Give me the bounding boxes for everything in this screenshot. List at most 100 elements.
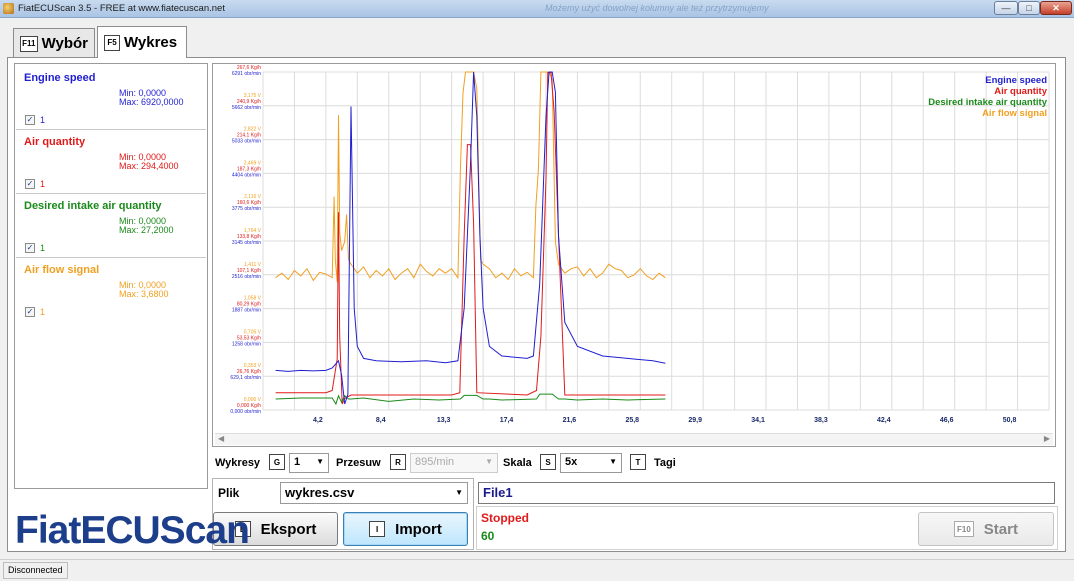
tab-key-f5: F5 — [104, 34, 120, 51]
x-tick-label: 34,1 — [751, 417, 765, 424]
tagi-label: Tagi — [654, 457, 676, 469]
scroll-right-icon[interactable]: ▶ — [1044, 434, 1050, 443]
import-label: Import — [395, 520, 442, 538]
x-tick-label: 17,4 — [500, 417, 514, 424]
y-tick-label: 4404 obr/min — [232, 172, 261, 178]
series-line — [275, 71, 666, 283]
import-key: I — [369, 521, 386, 537]
przesuw-label: Przesuw — [336, 457, 381, 469]
x-tick-label: 13,3 — [437, 417, 451, 424]
skala-key: S — [540, 454, 556, 470]
series-max: Max: 27,2000 — [119, 225, 174, 235]
app-icon — [3, 3, 14, 14]
y-tick-label: 3775 obr/min — [232, 206, 261, 212]
x-tick-label: 4,2 — [313, 417, 323, 424]
x-tick-label: 42,4 — [877, 417, 891, 424]
minimize-button[interactable]: — — [994, 1, 1018, 15]
fiatecuscan-logo: FiatECUScan — [15, 509, 250, 552]
window-title: FiatECUScan 3.5 - FREE at www.fiatecusca… — [18, 3, 225, 14]
y-tick-label: 6291 obr/min — [232, 71, 261, 77]
connection-status: Disconnected — [3, 562, 68, 579]
plik-select[interactable]: wykres.csv ▼ — [280, 482, 468, 504]
series-checkbox-label: 1 — [40, 115, 46, 125]
sample-count: 60 — [481, 529, 495, 543]
wykresy-label: Wykresy — [215, 457, 261, 469]
start-button[interactable]: F10 Start — [918, 512, 1054, 546]
series-checkbox[interactable]: ✓ — [25, 179, 35, 189]
y-tick-label: 1887 obr/min — [232, 308, 261, 314]
x-tick-label: 21,6 — [563, 417, 577, 424]
chart-scrollbar[interactable]: ◀ ▶ — [215, 433, 1053, 445]
series-box-engine-speed: Engine speed Min: 0,0000 Max: 6920,0000 … — [16, 66, 206, 130]
maximize-button[interactable]: □ — [1018, 1, 1040, 15]
tab-wybor[interactable]: F11 Wybór — [13, 28, 95, 58]
chevron-down-icon: ▼ — [455, 488, 463, 497]
skala-value: 5x — [565, 456, 578, 468]
chart-area: 3,627 V267,6 Kg/h6291 obr/min3,175 V240,… — [212, 63, 1056, 447]
y-tick-label: 629,1 obr/min — [230, 375, 261, 381]
series-max: Max: 6920,0000 — [119, 97, 184, 107]
plik-label: Plik — [218, 486, 240, 500]
y-tick-label: 1258 obr/min — [232, 341, 261, 347]
import-button[interactable]: I Import — [343, 512, 468, 546]
plik-value: wykres.csv — [285, 485, 355, 500]
legend-entry: Air quantity — [994, 86, 1047, 97]
y-tick-label: 5662 obr/min — [232, 105, 261, 111]
series-line — [275, 393, 666, 406]
tab-label: Wybór — [41, 35, 88, 52]
y-tick-label: 2516 obr/min — [232, 274, 261, 280]
x-tick-label: 46,6 — [940, 417, 954, 424]
y-tick-label: 0,000 obr/min — [230, 409, 261, 415]
y-tick-label: 3145 obr/min — [232, 240, 261, 246]
wykresy-select[interactable]: 1 ▼ — [289, 453, 329, 473]
legend-entry: Air flow signal — [982, 108, 1047, 119]
wykresy-value: 1 — [294, 456, 301, 468]
series-line — [275, 71, 666, 405]
chart-svg: 3,627 V267,6 Kg/h6291 obr/min3,175 V240,… — [230, 64, 1050, 424]
wykresy-key: G — [269, 454, 285, 470]
przesuw-value: 895/min — [415, 456, 455, 468]
chevron-down-icon: ▼ — [609, 457, 617, 466]
scroll-left-icon[interactable]: ◀ — [218, 434, 224, 443]
series-name: Desired intake air quantity — [24, 200, 162, 212]
skala-select[interactable]: 5x ▼ — [560, 453, 622, 473]
series-checkbox[interactable]: ✓ — [25, 307, 35, 317]
przesuw-key: R — [390, 454, 406, 470]
legend-entry: Desired intake air quantity — [928, 97, 1048, 108]
series-checkbox[interactable]: ✓ — [25, 115, 35, 125]
background-text: Możemy użyć dowolnej kolumny ale też prz… — [545, 3, 769, 13]
tagi-key[interactable]: T — [630, 454, 646, 470]
x-tick-label: 25,8 — [625, 417, 639, 424]
series-checkbox[interactable]: ✓ — [25, 243, 35, 253]
start-label: Start — [983, 520, 1018, 538]
series-max: Max: 3,6800 — [119, 289, 169, 299]
series-box-air-quantity: Air quantity Min: 0,0000 Max: 294,4000 ✓… — [16, 130, 206, 194]
status-text: Stopped — [481, 511, 529, 525]
tab-key-f11: F11 — [20, 35, 38, 52]
series-name: Air flow signal — [24, 264, 100, 276]
export-label: Eksport — [260, 520, 317, 538]
file-name-field[interactable]: File1 — [478, 482, 1055, 504]
series-box-desired-intake-air-quantity: Desired intake air quantity Min: 0,0000 … — [16, 194, 206, 258]
tab-label: Wykres — [124, 34, 178, 51]
chevron-down-icon: ▼ — [485, 457, 493, 466]
chevron-down-icon: ▼ — [316, 457, 324, 466]
status-bar: Disconnected — [0, 559, 1074, 581]
series-checkbox-label: 1 — [40, 243, 46, 253]
series-name: Air quantity — [24, 136, 86, 148]
series-checkbox-label: 1 — [40, 179, 46, 189]
legend-entry: Engine speed — [985, 75, 1047, 86]
tab-wykres[interactable]: F5 Wykres — [97, 26, 187, 58]
series-name: Engine speed — [24, 72, 96, 84]
window-titlebar: FiatECUScan 3.5 - FREE at www.fiatecusca… — [0, 0, 1074, 18]
skala-label: Skala — [503, 457, 532, 469]
start-key: F10 — [954, 521, 974, 537]
close-button[interactable]: ✕ — [1040, 1, 1072, 15]
x-tick-label: 29,9 — [688, 417, 702, 424]
series-line — [275, 72, 666, 405]
x-tick-label: 8,4 — [376, 417, 386, 424]
series-checkbox-label: 1 — [40, 307, 46, 317]
x-tick-label: 38,3 — [814, 417, 828, 424]
x-tick-label: 50,8 — [1003, 417, 1017, 424]
przesuw-select[interactable]: 895/min ▼ — [410, 453, 498, 473]
